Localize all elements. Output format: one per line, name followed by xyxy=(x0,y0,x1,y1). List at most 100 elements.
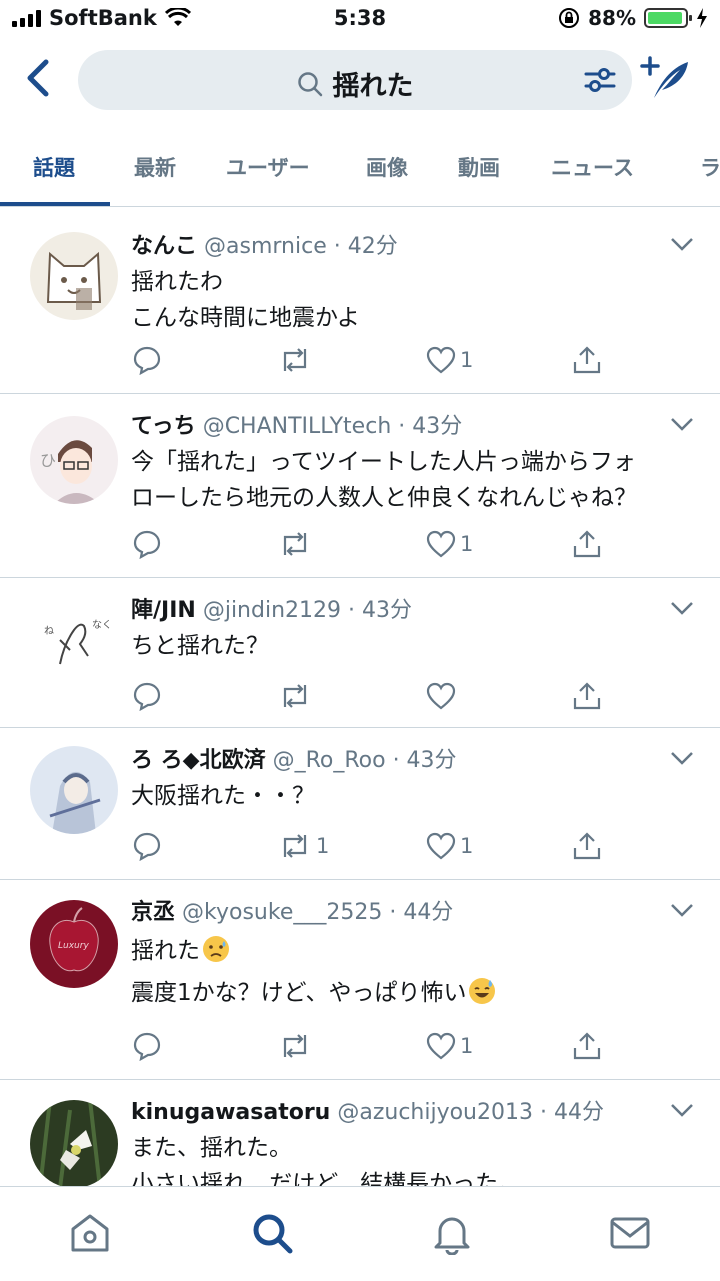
share-button[interactable] xyxy=(572,826,602,866)
search-tabs: 話題 最新 ユーザー 画像 動画 ニュース ラ xyxy=(0,132,720,207)
avatar[interactable] xyxy=(30,1100,118,1186)
retweet-button[interactable] xyxy=(278,340,316,380)
heart-icon xyxy=(426,346,456,374)
search-nav-icon[interactable] xyxy=(250,1211,294,1255)
tweet-text-line: 震度1かな？けど、やっぱり怖い xyxy=(131,980,467,1006)
battery-percent: 88% xyxy=(588,6,636,30)
tweet-author-name[interactable]: ろ ろ◆北欧済 xyxy=(131,748,266,773)
tweet-handle-time: @CHANTILLYtech · 43分 xyxy=(202,414,463,439)
like-count: 1 xyxy=(460,1034,474,1058)
avatar[interactable] xyxy=(30,232,118,320)
retweet-icon xyxy=(283,348,307,372)
share-button[interactable] xyxy=(572,340,602,380)
like-button[interactable] xyxy=(426,676,460,716)
tweet-handle-time: @azuchijyou2013 · 44分 xyxy=(337,1100,604,1125)
tweet[interactable]: ひ てっち @CHANTILLYtech · 43分 今「揺れた」ってツイートし… xyxy=(0,394,720,578)
reply-button[interactable] xyxy=(132,524,162,564)
tweet-text-line: 揺れた xyxy=(131,938,200,964)
tweet-author-name[interactable]: 京丞 xyxy=(131,900,175,925)
notifications-bell-icon[interactable] xyxy=(430,1211,474,1255)
status-bar: SoftBank 5:38 88% xyxy=(0,0,720,40)
tweet-handle-time: @kyosuke___2525 · 44分 xyxy=(182,900,454,925)
svg-text:なく: なく xyxy=(92,619,112,631)
tab-more[interactable]: ラ xyxy=(700,152,720,182)
share-button[interactable] xyxy=(572,524,602,564)
share-button[interactable] xyxy=(572,676,602,716)
tweet[interactable]: なくね 陣/JIN @jindin2129 · 43分 ちと揺れた？ xyxy=(0,578,720,728)
heart-icon xyxy=(426,530,456,558)
like-count: 1 xyxy=(460,834,474,858)
chevron-down-icon[interactable] xyxy=(670,902,694,918)
heart-icon xyxy=(426,832,456,860)
avatar[interactable]: なくね xyxy=(30,594,118,682)
chevron-down-icon[interactable] xyxy=(670,416,694,432)
retweet-button[interactable] xyxy=(278,1026,316,1066)
sad-face-emoji-icon xyxy=(203,936,229,962)
avatar[interactable] xyxy=(30,746,118,834)
avatar[interactable]: Luxury xyxy=(30,900,118,988)
retweet-button[interactable] xyxy=(278,524,316,564)
retweet-button[interactable]: 1 xyxy=(278,826,329,866)
sweat-smile-emoji-icon xyxy=(469,978,496,1004)
chevron-down-icon[interactable] xyxy=(670,1102,694,1118)
search-input[interactable]: 揺れた xyxy=(78,50,632,110)
tab-users[interactable]: ユーザー xyxy=(226,152,310,182)
tweet-author-name[interactable]: なんこ xyxy=(131,234,197,259)
like-button[interactable]: 1 xyxy=(426,826,473,866)
retweet-button[interactable] xyxy=(278,676,316,716)
tab-top[interactable]: 話題 xyxy=(33,152,75,182)
tweet[interactable]: なんこ @asmrnice · 42分 揺れたわこんな時間に地震かよ 1 xyxy=(0,214,720,394)
reply-icon xyxy=(133,682,161,711)
reply-button[interactable] xyxy=(132,676,162,716)
like-button[interactable]: 1 xyxy=(426,524,473,564)
tweet-author-name[interactable]: kinugawasatoru xyxy=(131,1100,330,1125)
filter-icon[interactable] xyxy=(584,66,616,94)
tweet-handle-time: @asmrnice · 42分 xyxy=(204,234,398,259)
heart-icon xyxy=(426,1032,456,1060)
search-header: 揺れた xyxy=(0,44,720,120)
home-icon[interactable] xyxy=(68,1211,112,1255)
reply-button[interactable] xyxy=(132,340,162,380)
reply-button[interactable] xyxy=(132,1026,162,1066)
search-icon xyxy=(297,71,323,104)
like-count: 1 xyxy=(460,348,474,372)
retweet-icon xyxy=(283,684,307,708)
like-button[interactable]: 1 xyxy=(426,1026,473,1066)
search-query: 揺れた xyxy=(332,71,414,102)
tweet-text-line: 揺れたわ xyxy=(131,269,223,295)
chevron-down-icon[interactable] xyxy=(670,750,694,766)
share-icon xyxy=(573,346,601,374)
share-icon xyxy=(573,530,601,558)
avatar[interactable]: ひ xyxy=(30,416,118,504)
tweet-text-line: こんな時間に地震かよ xyxy=(131,305,360,331)
chevron-down-icon[interactable] xyxy=(670,600,694,616)
reply-icon xyxy=(133,1032,161,1061)
heart-icon xyxy=(426,682,456,710)
share-icon xyxy=(573,682,601,710)
share-icon xyxy=(573,1032,601,1060)
tweet[interactable]: Luxury 京丞 @kyosuke___2525 · 44分 揺れた 震度1か… xyxy=(0,880,720,1080)
tweet-handle-time: @_Ro_Roo · 43分 xyxy=(272,748,457,773)
tweet-text-line: 大阪揺れた・・？ xyxy=(131,783,315,809)
tweet-text-line: ローしたら地元の人数人と仲良くなれんじゃね？ xyxy=(131,485,637,511)
tab-latest[interactable]: 最新 xyxy=(134,152,176,182)
tweet-author-name[interactable]: てっち xyxy=(131,414,196,439)
like-button[interactable]: 1 xyxy=(426,340,473,380)
tweet-text-line: 小さい揺れ、だけど、結構長かった。 xyxy=(131,1171,522,1186)
tweet-author-name[interactable]: 陣/JIN xyxy=(131,598,196,623)
tab-photos[interactable]: 画像 xyxy=(366,152,408,182)
compose-tweet-icon[interactable] xyxy=(640,54,692,102)
tweet-text-line: また、揺れた。 xyxy=(131,1135,292,1161)
reply-button[interactable] xyxy=(132,826,162,866)
tweet[interactable]: ろ ろ◆北欧済 @_Ro_Roo · 43分 大阪揺れた・・？ 1 1 xyxy=(0,728,720,880)
share-button[interactable] xyxy=(572,1026,602,1066)
reply-icon xyxy=(133,346,161,375)
tab-news[interactable]: ニュース xyxy=(551,152,634,182)
back-icon[interactable] xyxy=(22,58,58,98)
chevron-down-icon[interactable] xyxy=(670,236,694,252)
retweet-icon xyxy=(283,1034,307,1058)
messages-mail-icon[interactable] xyxy=(608,1211,652,1255)
tweet[interactable]: kinugawasatoru @azuchijyou2013 · 44分 また、… xyxy=(0,1080,720,1186)
battery-icon xyxy=(644,8,692,28)
tab-videos[interactable]: 動画 xyxy=(458,152,500,182)
